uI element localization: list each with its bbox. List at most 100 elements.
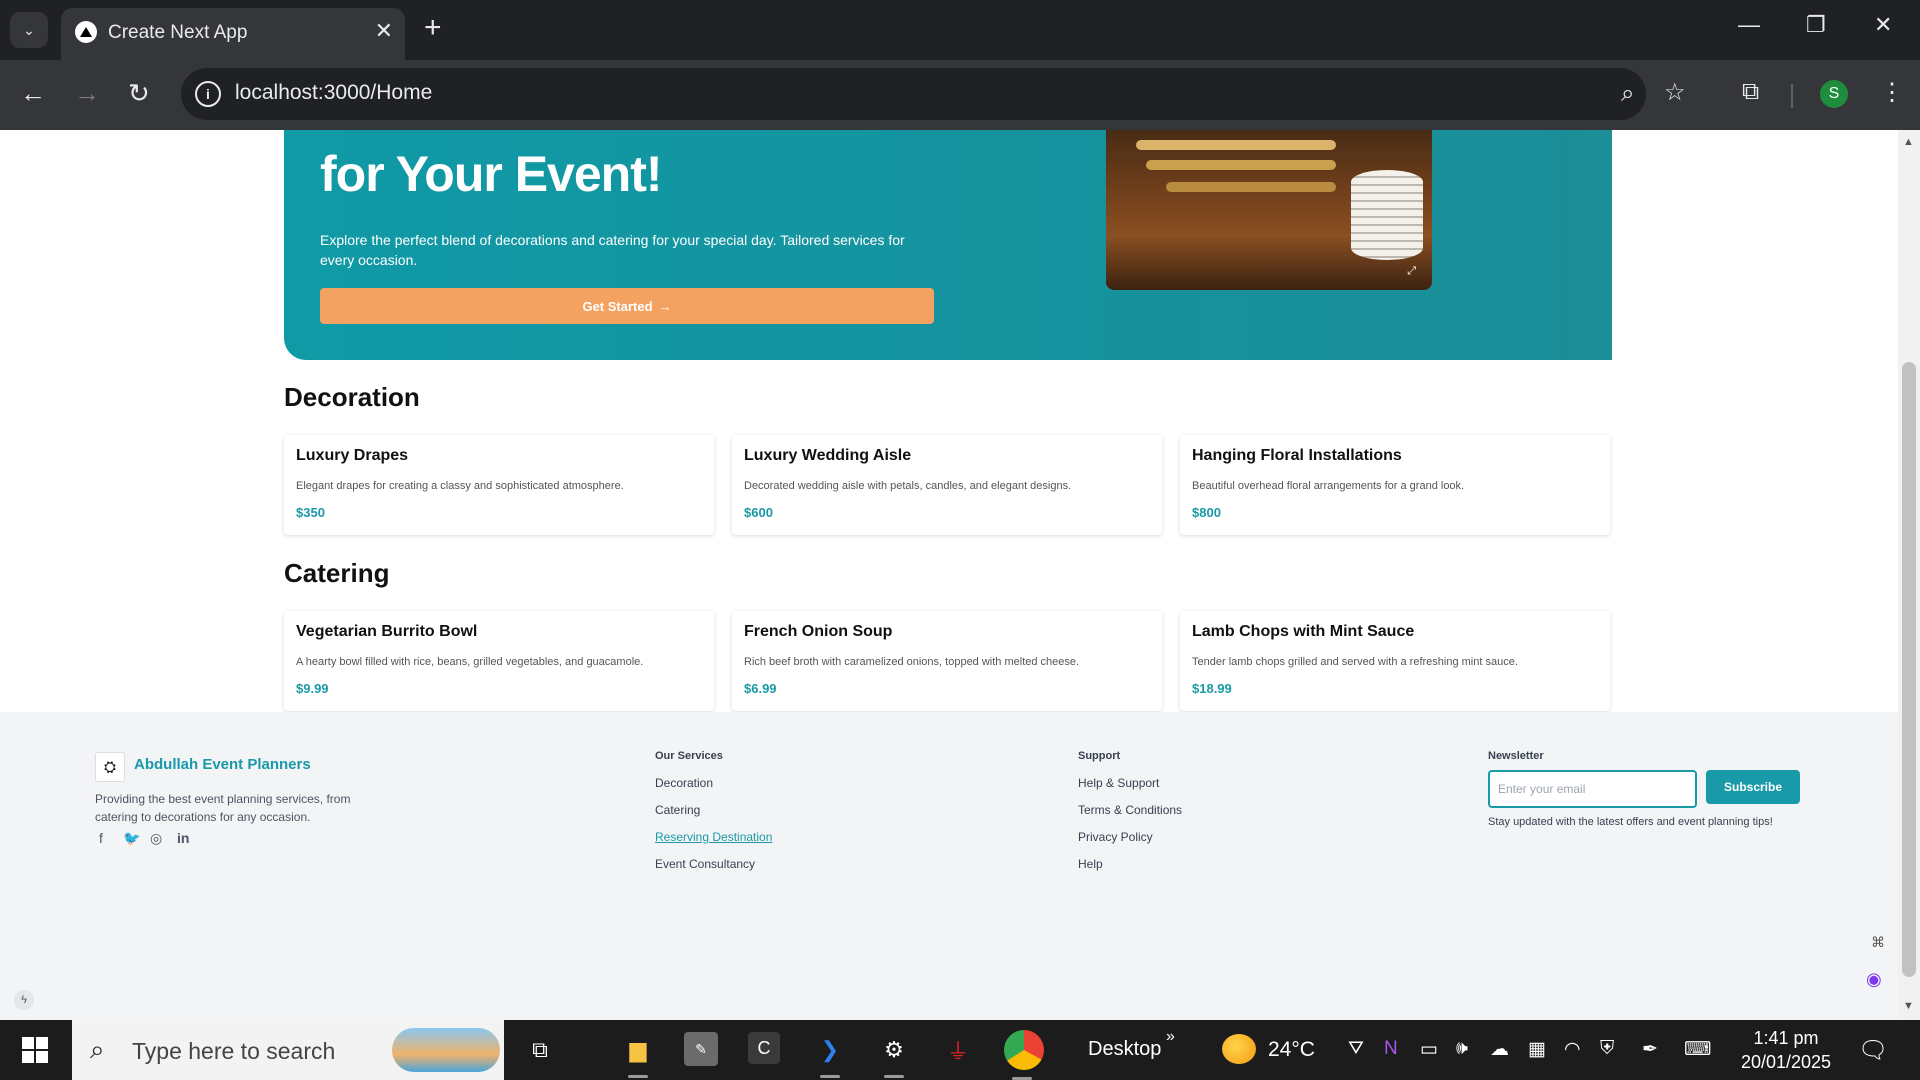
minimize-icon[interactable]: —	[1738, 12, 1760, 38]
battery-icon[interactable]: ▭	[1420, 1038, 1438, 1061]
close-window-icon[interactable]: ✕	[1874, 12, 1892, 38]
scroll-down-icon[interactable]: ▼	[1903, 1000, 1914, 1012]
hero-description: Explore the perfect blend of decorations…	[320, 232, 905, 268]
instagram-icon[interactable]: ◎	[150, 830, 162, 847]
service-link[interactable]: Reserving Destination	[655, 830, 772, 844]
card-price: $6.99	[744, 681, 777, 696]
service-link[interactable]: Decoration	[655, 776, 713, 790]
task-view-icon[interactable]: ⧉	[522, 1032, 558, 1068]
newsletter-email-input[interactable]	[1488, 770, 1697, 808]
decoration-card[interactable]: Luxury Wedding Aisle Decorated wedding a…	[732, 435, 1162, 535]
new-tab-icon[interactable]: +	[424, 13, 442, 43]
assistant-icon[interactable]: ◉	[1866, 969, 1882, 990]
card-description: A hearty bowl filled with rice, beans, g…	[296, 656, 644, 668]
taskbar-search-placeholder: Type here to search	[132, 1038, 336, 1064]
active-tab[interactable]: Create Next App ✕	[61, 8, 405, 60]
linkedin-icon[interactable]: in	[177, 830, 189, 846]
system-clock[interactable]: 1:41 pm 20/01/2025	[1736, 1026, 1836, 1074]
desktop-label[interactable]: Desktop	[1088, 1038, 1161, 1061]
clock-time: 1:41 pm	[1753, 1028, 1819, 1048]
site-info-icon[interactable]: i	[195, 81, 221, 107]
scrollbar-thumb[interactable]	[1902, 362, 1916, 977]
card-description: Tender lamb chops grilled and served wit…	[1192, 656, 1518, 668]
address-bar[interactable]: i localhost:3000/Home ⌕	[181, 68, 1646, 120]
toolbar-expand-icon[interactable]: »	[1166, 1028, 1175, 1046]
support-link[interactable]: Help	[1078, 857, 1103, 871]
c-app-icon[interactable]: C	[748, 1032, 780, 1064]
pen-icon[interactable]: ✒	[1642, 1038, 1658, 1061]
card-title: Luxury Wedding Aisle	[744, 447, 912, 464]
bookmark-star-icon[interactable]: ☆	[1664, 78, 1686, 107]
extensions-icon[interactable]: ⧉	[1742, 78, 1759, 106]
url-text[interactable]: localhost:3000/Home	[235, 81, 432, 105]
restore-icon[interactable]: ❐	[1806, 12, 1826, 38]
scroll-up-icon[interactable]: ▲	[1903, 136, 1914, 148]
tab-search-icon[interactable]: ⌄	[10, 12, 48, 48]
onedrive-icon[interactable]: ☁	[1490, 1038, 1509, 1061]
windows-taskbar: ⌕ Type here to search ⧉ ▆ ✎ C ❯ ⚙ ⏚ Desk…	[0, 1020, 1920, 1080]
support-heading: Support	[1078, 750, 1121, 762]
catering-card[interactable]: French Onion Soup Rich beef broth with c…	[732, 611, 1162, 711]
brand-logo-icon[interactable]: ⛭	[95, 752, 125, 782]
back-icon[interactable]: ←	[20, 78, 46, 109]
nextjs-dev-indicator-icon[interactable]: ϟ	[14, 990, 34, 1010]
device-icon[interactable]: ▦	[1528, 1038, 1546, 1061]
card-price: $350	[296, 505, 325, 520]
service-link[interactable]: Event Consultancy	[655, 857, 755, 871]
newsletter-heading: Newsletter	[1488, 750, 1544, 762]
subscribe-button[interactable]: Subscribe	[1706, 770, 1800, 804]
kebab-menu-icon[interactable]: ⋮	[1880, 78, 1904, 107]
vscode-icon[interactable]: ❯	[812, 1032, 848, 1078]
support-link[interactable]: Help & Support	[1078, 776, 1159, 790]
acrobat-icon[interactable]: ⏚	[940, 1032, 976, 1068]
card-title: Lamb Chops with Mint Sauce	[1192, 623, 1415, 640]
facebook-icon[interactable]: f	[99, 830, 103, 846]
search-highlight-image	[392, 1028, 500, 1072]
security-shield-icon[interactable]: ⛨	[1600, 1038, 1614, 1060]
profile-avatar[interactable]: S	[1820, 80, 1848, 108]
catering-card[interactable]: Lamb Chops with Mint Sauce Tender lamb c…	[1180, 611, 1610, 711]
brand-name[interactable]: Abdullah Event Planners	[134, 756, 311, 773]
windows-start-icon[interactable]	[22, 1037, 48, 1063]
notification-icon[interactable]: 🗨	[1858, 1036, 1888, 1065]
service-link[interactable]: Catering	[655, 803, 700, 817]
keyboard-icon[interactable]: ⌨	[1684, 1038, 1711, 1061]
settings-gear-icon[interactable]: ⚙	[876, 1032, 912, 1078]
reload-icon[interactable]: ↻	[128, 78, 150, 109]
zoom-icon[interactable]: ⌕	[1621, 80, 1634, 108]
apps-grid-icon[interactable]: ⌘	[1871, 934, 1885, 951]
toolbar-divider	[1791, 84, 1793, 108]
card-title: Luxury Drapes	[296, 447, 409, 464]
arrow-right-icon: →	[658, 298, 672, 314]
file-explorer-icon[interactable]: ▆	[620, 1032, 656, 1078]
card-title: French Onion Soup	[744, 623, 893, 640]
temperature[interactable]: 24°C	[1268, 1038, 1315, 1062]
card-description: Beautiful overhead floral arrangements f…	[1192, 480, 1465, 492]
card-price: $600	[744, 505, 773, 520]
support-link[interactable]: Terms & Conditions	[1078, 803, 1182, 817]
page-scrollbar[interactable]: ▲ ▼	[1898, 130, 1920, 1020]
wifi-icon[interactable]: ◠	[1564, 1038, 1581, 1061]
expand-icon[interactable]: ⤢	[1407, 265, 1416, 278]
catering-heading: Catering	[284, 558, 390, 588]
clock-date: 20/01/2025	[1740, 1052, 1832, 1072]
brand-description: Providing the best event planning servic…	[95, 792, 351, 824]
catering-card[interactable]: Vegetarian Burrito Bowl A hearty bowl fi…	[284, 611, 714, 711]
drive-icon[interactable]: ⛛	[1348, 1038, 1364, 1060]
decoration-card[interactable]: Luxury Drapes Elegant drapes for creatin…	[284, 435, 714, 535]
forward-icon[interactable]: →	[74, 78, 100, 109]
weather-icon[interactable]	[1222, 1034, 1256, 1064]
close-tab-icon[interactable]: ✕	[375, 18, 393, 44]
get-started-button[interactable]: Get Started →	[320, 288, 934, 324]
decoration-card[interactable]: Hanging Floral Installations Beautiful o…	[1180, 435, 1610, 535]
support-link[interactable]: Privacy Policy	[1078, 830, 1153, 844]
taskbar-search[interactable]: ⌕ Type here to search	[72, 1020, 504, 1080]
onenote-icon[interactable]: N	[1384, 1038, 1398, 1060]
get-started-label: Get Started	[582, 298, 653, 314]
app-icon[interactable]: ✎	[684, 1032, 718, 1066]
chrome-icon[interactable]	[1004, 1030, 1044, 1080]
decoration-heading: Decoration	[284, 382, 420, 412]
volume-icon[interactable]: 🕪	[1456, 1038, 1468, 1060]
twitter-icon[interactable]: 🐦	[123, 830, 140, 847]
browser-toolbar: ← → ↻ i localhost:3000/Home ⌕ ☆ ⧉ S ⋮	[0, 60, 1920, 130]
